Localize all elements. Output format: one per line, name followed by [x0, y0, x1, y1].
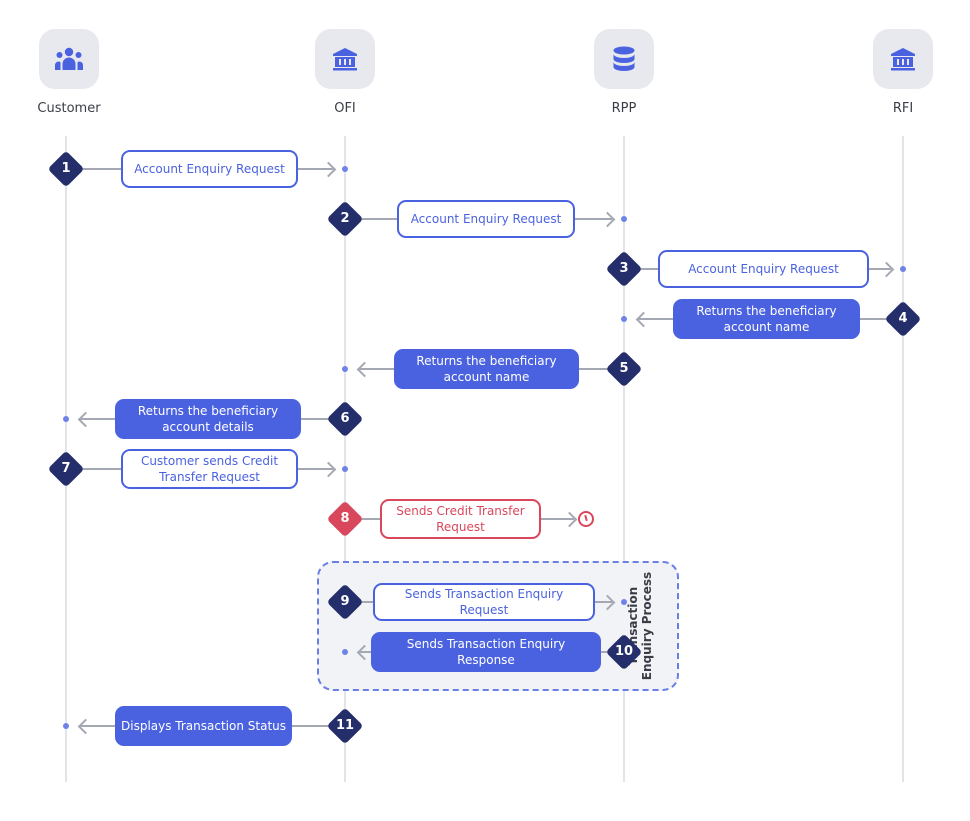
- actor-label: RPP: [611, 101, 637, 116]
- step-number: 9: [340, 594, 350, 609]
- step-number: 8: [340, 511, 350, 526]
- database-icon: [613, 46, 635, 71]
- endpoint-dot: [621, 216, 627, 222]
- step-number: 2: [340, 211, 350, 226]
- actor-icon-box: [315, 29, 375, 89]
- endpoint-dot: [63, 416, 69, 422]
- step-number: 6: [340, 411, 350, 426]
- message-label: Sends Credit Transfer Request: [396, 504, 525, 534]
- message-label: Account Enquiry Request: [688, 262, 839, 276]
- group-label: Transaction Enquiry Process: [626, 571, 654, 681]
- arrow-right-icon: [561, 511, 578, 527]
- actor-icon-box: [873, 29, 933, 89]
- clock-icon: [578, 511, 594, 527]
- actor-ofi: OFI: [315, 29, 375, 116]
- actor-customer: Customer: [37, 29, 101, 116]
- arrow-left-icon: [635, 311, 652, 327]
- message-label: Sends Transaction Enquiry Response: [406, 637, 566, 667]
- message-box[interactable]: Returns the beneficiary account name: [673, 299, 860, 339]
- actor-icon-box: [594, 29, 654, 89]
- endpoint-dot: [342, 649, 348, 655]
- message-box[interactable]: Account Enquiry Request: [121, 150, 298, 188]
- step-number: 7: [61, 461, 71, 476]
- endpoint-dot: [342, 366, 348, 372]
- arrow-right-icon: [878, 261, 895, 277]
- message-label: Returns the beneficiary account details: [137, 404, 279, 434]
- endpoint-dot: [621, 599, 627, 605]
- message-label: Account Enquiry Request: [410, 212, 562, 226]
- message-label: Sends Transaction Enquiry Request: [404, 587, 564, 617]
- actor-label: RFI: [892, 101, 914, 116]
- message-box[interactable]: Sends Credit Transfer Request: [380, 499, 541, 539]
- message-label: Returns the beneficiary account name: [416, 354, 557, 384]
- arrow-right-icon: [599, 211, 616, 227]
- endpoint-dot: [900, 266, 906, 272]
- step-number: 5: [619, 361, 629, 376]
- actor-rfi: RFI: [873, 29, 933, 116]
- arrow-left-icon: [356, 361, 373, 377]
- message-box[interactable]: Customer sends Credit Transfer Request: [121, 449, 298, 489]
- arrow-right-icon: [320, 461, 337, 477]
- lifeline-rfi: [902, 136, 904, 782]
- message-box[interactable]: Returns the beneficiary account details: [115, 399, 301, 439]
- message-box[interactable]: Account Enquiry Request: [397, 200, 575, 238]
- message-label: Returns the beneficiary account name: [696, 304, 837, 334]
- endpoint-dot: [621, 316, 627, 322]
- message-box[interactable]: Sends Transaction Enquiry Request: [373, 583, 595, 621]
- bank-icon: [333, 48, 357, 71]
- arrow-left-icon: [77, 411, 94, 427]
- actor-rpp: RPP: [594, 29, 654, 116]
- message-label: Account Enquiry Request: [134, 162, 285, 176]
- actor-icon-box: [39, 29, 99, 89]
- message-box[interactable]: Account Enquiry Request: [658, 250, 869, 288]
- endpoint-dot: [342, 166, 348, 172]
- message-label: Customer sends Credit Transfer Request: [140, 454, 279, 484]
- step-number: 11: [335, 718, 355, 733]
- step-number: 4: [898, 311, 908, 326]
- step-number: 1: [61, 161, 71, 176]
- message-label: Displays Transaction Status: [121, 719, 286, 733]
- endpoint-dot: [342, 466, 348, 472]
- step-number: 10: [614, 644, 634, 659]
- actor-label: OFI: [334, 101, 356, 116]
- arrow-right-icon: [320, 161, 337, 177]
- message-box[interactable]: Sends Transaction Enquiry Response: [371, 632, 601, 672]
- bank-icon: [891, 48, 915, 71]
- message-box[interactable]: Returns the beneficiary account name: [394, 349, 579, 389]
- arrow-left-icon: [77, 718, 94, 734]
- endpoint-dot: [63, 723, 69, 729]
- actor-label: Customer: [37, 101, 101, 116]
- users-icon: [55, 47, 83, 70]
- step-number: 3: [619, 261, 629, 276]
- message-box[interactable]: Displays Transaction Status: [115, 706, 292, 746]
